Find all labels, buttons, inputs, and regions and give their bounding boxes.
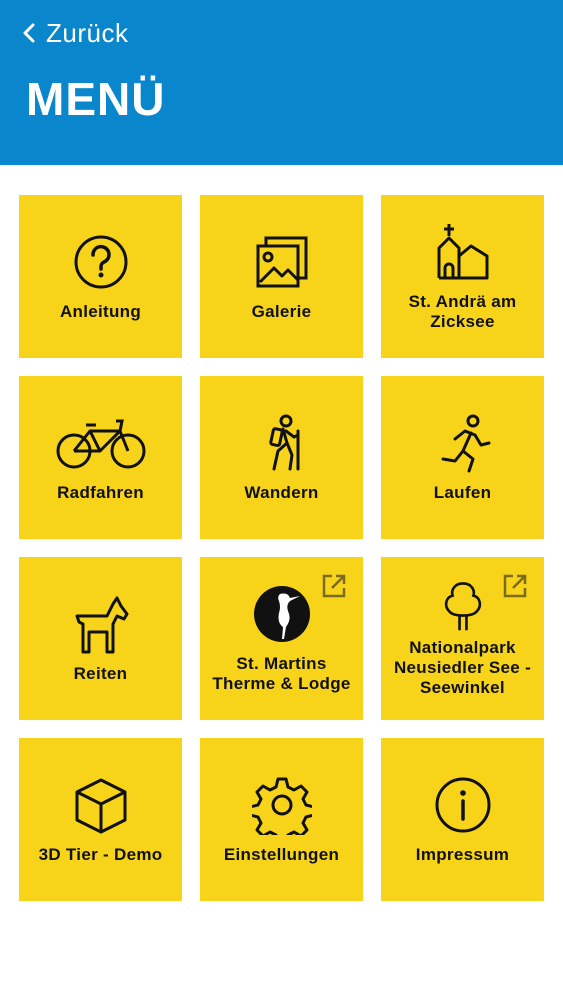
heron-logo-icon [252,584,312,644]
tile-label: 3D Tier - Demo [38,844,163,864]
tile-galerie[interactable]: Galerie [200,195,363,358]
tile-label: Reiten [73,663,128,683]
tile-nationalpark[interactable]: Nationalpark Neusiedler See - Seewinkel [381,557,544,720]
tile-3d-tier[interactable]: 3D Tier - Demo [19,738,182,901]
info-icon [433,775,493,835]
external-link-icon [321,573,347,599]
tile-label: Radfahren [57,482,144,502]
tile-einstellungen[interactable]: Einstellungen [200,738,363,901]
gallery-icon [252,232,312,292]
tile-label: Galerie [251,301,312,321]
menu-grid: Anleitung Galerie St. Andrä am Zicksee R… [19,195,544,901]
tile-label: Impressum [415,844,510,864]
tile-st-martins[interactable]: St. Martins Therme & Lodge [200,557,363,720]
back-button[interactable]: Zurück [22,16,128,50]
tile-label: Nationalpark Neusiedler See - Seewinkel [393,637,532,697]
church-icon [433,222,493,282]
tile-radfahren[interactable]: Radfahren [19,376,182,539]
question-icon [71,232,131,292]
external-link-icon [502,573,528,599]
tile-reiten[interactable]: Reiten [19,557,182,720]
tile-laufen[interactable]: Laufen [381,376,544,539]
tile-label: St. Andrä am Zicksee [408,291,517,331]
cube-icon [71,775,131,835]
back-label: Zurück [46,17,129,48]
tile-impressum[interactable]: Impressum [381,738,544,901]
horse-icon [71,594,131,654]
tile-label: Einstellungen [223,844,340,864]
tree-icon [433,580,493,632]
hiker-icon [252,413,312,473]
bicycle-icon [56,413,146,473]
runner-icon [433,413,493,473]
tile-label: Wandern [244,482,319,502]
gear-icon [251,775,312,835]
chevron-left-icon [23,23,35,43]
tile-label: Laufen [433,482,492,502]
tile-st-andrae[interactable]: St. Andrä am Zicksee [381,195,544,358]
app-header: Zurück MENÜ [0,0,563,165]
tile-label: Anleitung [59,301,142,321]
page-title: MENÜ [26,73,166,125]
tile-wandern[interactable]: Wandern [200,376,363,539]
tile-anleitung[interactable]: Anleitung [19,195,182,358]
tile-label: St. Martins Therme & Lodge [212,653,351,693]
